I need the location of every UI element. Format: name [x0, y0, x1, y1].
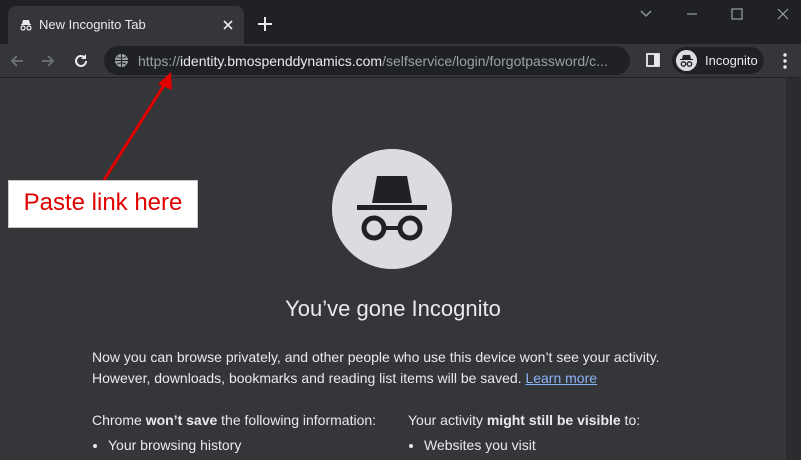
- side-panel-icon[interactable]: [645, 52, 661, 68]
- annotation-text: Paste link here: [23, 189, 183, 216]
- new-tab-plus-icon[interactable]: [255, 14, 275, 34]
- incognito-icon: [20, 20, 32, 31]
- still-visible-heading: Your activity might still be visible to:: [408, 412, 640, 428]
- url-scheme: https://: [138, 53, 181, 69]
- toolbar: https://identity.bmospenddynamics.com/se…: [0, 44, 801, 77]
- reload-icon[interactable]: [72, 52, 90, 70]
- intro-paragraph: Now you can browse privately, and other …: [92, 347, 712, 389]
- url-text[interactable]: https://identity.bmospenddynamics.com/se…: [138, 53, 622, 69]
- still-visible-rest: to:: [620, 412, 641, 428]
- tab-title: New Incognito Tab: [39, 17, 146, 32]
- annotation-callout: Paste link here: [8, 180, 198, 228]
- learn-more-link[interactable]: Learn more: [525, 370, 597, 386]
- back-arrow-icon[interactable]: [8, 52, 26, 70]
- wont-save-rest: the following information:: [217, 412, 377, 428]
- url-path: /selfservice/login/forgotpassword/c...: [382, 53, 608, 69]
- globe-icon[interactable]: [114, 53, 129, 68]
- minimize-icon[interactable]: [682, 6, 702, 22]
- tab-new-incognito[interactable]: New Incognito Tab: [8, 6, 244, 44]
- still-visible-emphasis: might still be visible: [486, 412, 621, 428]
- url-host: identity.bmospenddynamics.com: [180, 53, 383, 69]
- close-icon[interactable]: [220, 17, 236, 33]
- title-bar: New Incognito Tab: [0, 0, 801, 44]
- toolbar-divider: [0, 77, 801, 78]
- incognito-hero-icon: [332, 149, 452, 269]
- still-visible-lead: Your activity: [408, 412, 487, 428]
- window-close-icon[interactable]: [773, 6, 793, 22]
- maximize-icon[interactable]: [727, 6, 747, 22]
- list-item: Your browsing history: [108, 435, 241, 455]
- forward-arrow-icon[interactable]: [39, 52, 57, 70]
- wont-save-emphasis: won’t save: [145, 412, 218, 428]
- page-title: You’ve gone Incognito: [285, 296, 501, 321]
- incognito-label: Incognito: [705, 53, 758, 68]
- wont-save-lead: Chrome: [92, 412, 146, 428]
- address-bar[interactable]: https://identity.bmospenddynamics.com/se…: [104, 46, 630, 75]
- intro-line-1: Now you can browse privately, and other …: [92, 349, 660, 365]
- scrollbar[interactable]: [786, 78, 801, 460]
- chevron-down-icon[interactable]: [636, 6, 656, 22]
- wont-save-heading: Chrome won’t save the following informat…: [92, 412, 376, 428]
- intro-line-2: However, downloads, bookmarks and readin…: [92, 370, 522, 386]
- list-item: Websites you visit: [424, 435, 536, 455]
- incognito-avatar-icon: [676, 50, 697, 71]
- incognito-profile-button[interactable]: Incognito: [672, 47, 764, 74]
- still-visible-list: Websites you visit: [408, 435, 536, 455]
- more-vert-icon[interactable]: [777, 52, 793, 70]
- wont-save-list: Your browsing history: [92, 435, 241, 455]
